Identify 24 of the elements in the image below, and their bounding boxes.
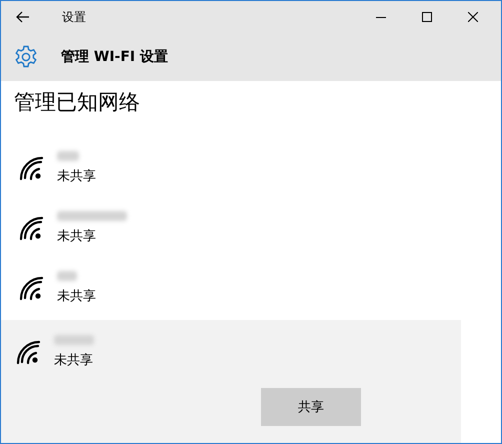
share-button[interactable]: 共享 xyxy=(261,388,361,426)
maximize-icon[interactable] xyxy=(422,12,432,22)
close-icon[interactable] xyxy=(468,12,478,22)
blurred-text xyxy=(57,151,79,161)
blurred-text xyxy=(57,271,77,281)
network-status: 未共享 xyxy=(54,352,94,369)
network-item[interactable]: 未共享 xyxy=(1,198,461,258)
blurred-text xyxy=(57,211,127,221)
settings-icon xyxy=(14,45,38,69)
window-title: 设置 xyxy=(62,8,86,26)
wifi-icon xyxy=(18,215,44,241)
blurred-text xyxy=(54,335,94,345)
network-status: 未共享 xyxy=(57,168,96,185)
wifi-icon xyxy=(15,339,41,365)
network-item[interactable]: 未共享 共享 xyxy=(1,320,461,443)
network-status: 未共享 xyxy=(57,228,97,245)
network-item[interactable]: 未共享 xyxy=(1,138,461,198)
back-icon[interactable] xyxy=(15,11,29,23)
wifi-icon xyxy=(18,275,44,301)
section-heading: 管理已知网络 xyxy=(14,89,141,116)
page-title: 管理 WI-FI 设置 xyxy=(61,48,168,66)
network-item[interactable]: 未共享 xyxy=(1,258,461,318)
network-status: 未共享 xyxy=(57,288,96,305)
wifi-icon xyxy=(18,155,44,181)
